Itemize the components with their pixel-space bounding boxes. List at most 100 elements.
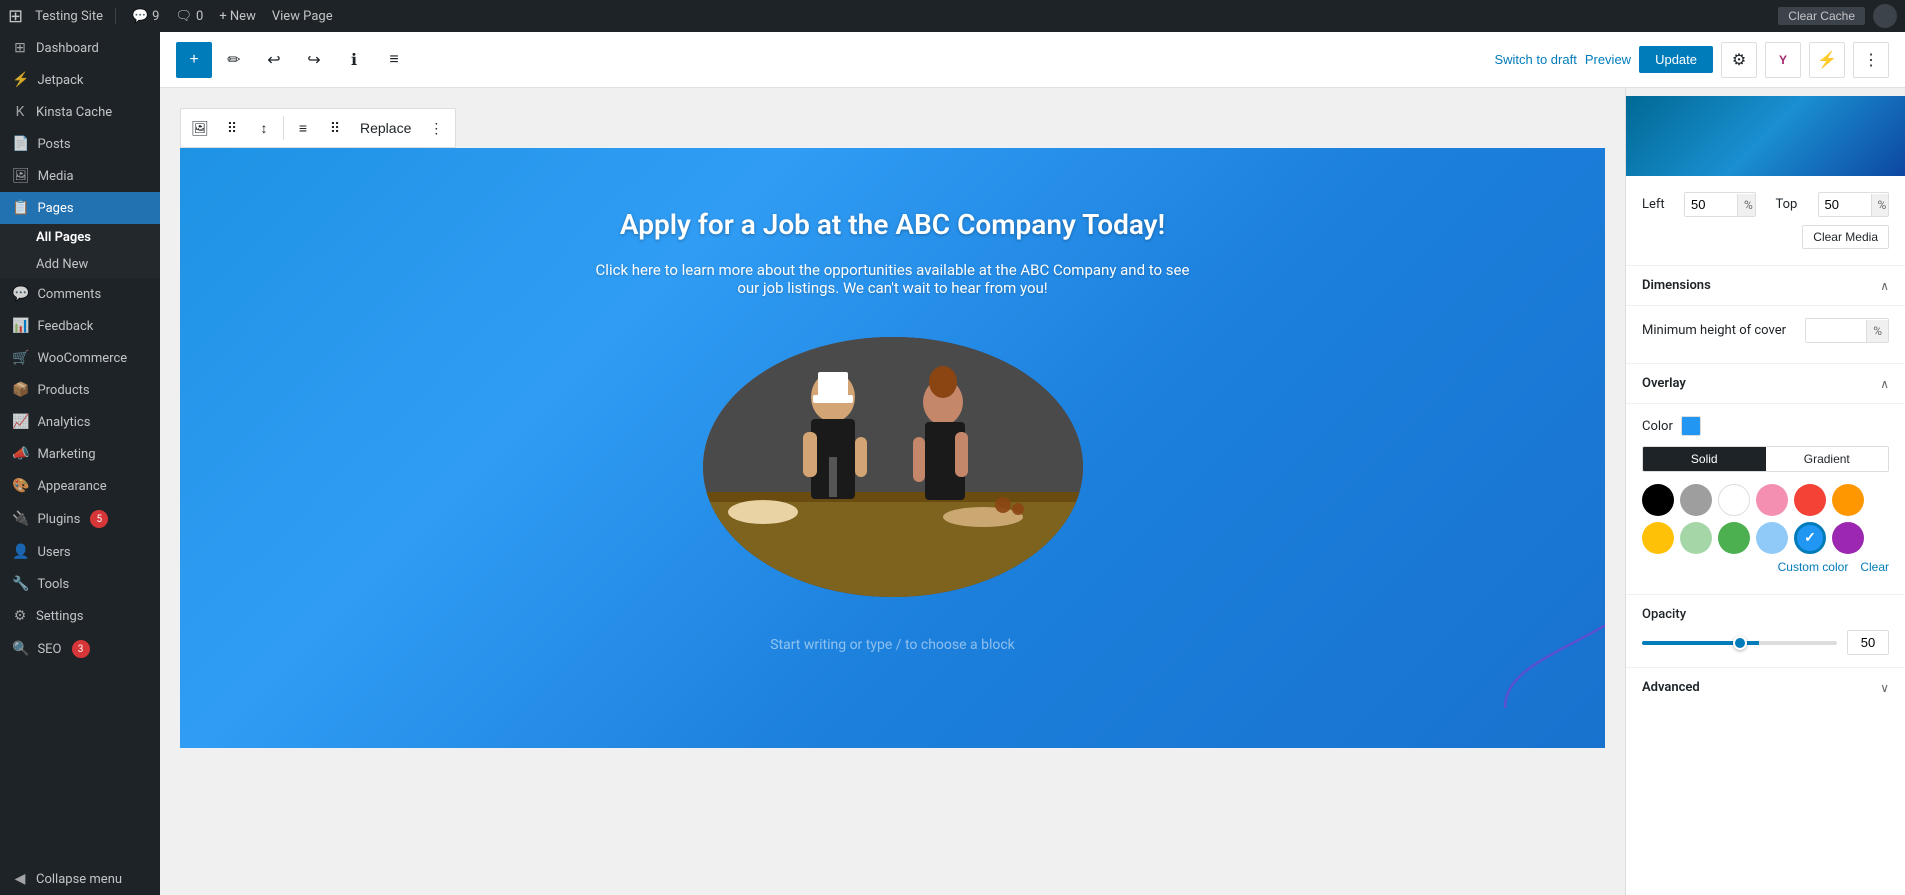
sidebar-label-comments: Comments: [37, 287, 101, 302]
list-view-button[interactable]: ≡: [376, 42, 412, 78]
sidebar-item-marketing[interactable]: 📣 Marketing: [0, 438, 160, 470]
sidebar-item-users[interactable]: 👤 Users: [0, 536, 160, 568]
cover-subtitle[interactable]: Click here to learn more about the oppor…: [593, 261, 1193, 297]
color-white[interactable]: [1718, 484, 1750, 516]
undo-button[interactable]: ↩: [256, 42, 292, 78]
sidebar-item-plugins[interactable]: 🔌 Plugins 5: [0, 502, 160, 536]
cover-block[interactable]: Apply for a Job at the ABC Company Today…: [180, 148, 1605, 748]
editor-area: + ✏ ↩ ↪ ℹ ≡ Switch to draft Preview Upda…: [160, 32, 1905, 895]
view-page-item[interactable]: View Page: [268, 9, 337, 24]
update-button[interactable]: Update: [1639, 46, 1713, 73]
move-up-down-button[interactable]: ↕: [249, 113, 279, 143]
dimensions-header[interactable]: Dimensions ∧: [1626, 266, 1905, 306]
color-orange[interactable]: [1832, 484, 1864, 516]
sidebar-item-tools[interactable]: 🔧 Tools: [0, 568, 160, 600]
left-label: Left: [1642, 197, 1672, 212]
add-new-label: Add New: [36, 257, 88, 272]
new-label: + New: [219, 9, 256, 24]
edit-button[interactable]: ✏: [216, 42, 252, 78]
block-more-button[interactable]: ⋮: [421, 113, 451, 143]
overlay-header[interactable]: Overlay ∧: [1626, 364, 1905, 404]
toolbar-separator: [283, 116, 284, 140]
left-input[interactable]: [1685, 193, 1737, 216]
color-lightblue[interactable]: [1756, 522, 1788, 554]
sidebar-item-woocommerce[interactable]: 🛒 WooCommerce: [0, 342, 160, 374]
pencil-icon: ✏: [227, 50, 240, 70]
top-input[interactable]: [1819, 193, 1871, 216]
add-icon: +: [189, 51, 198, 69]
more-options-button[interactable]: ⋮: [1853, 42, 1889, 78]
sidebar-item-jetpack[interactable]: ⚡ Jetpack: [0, 64, 160, 96]
advanced-header[interactable]: Advanced ∨: [1642, 680, 1889, 695]
clear-media-button[interactable]: Clear Media: [1802, 225, 1889, 249]
sidebar-item-products[interactable]: 📦 Products: [0, 374, 160, 406]
posts-icon: 📄: [12, 136, 29, 152]
sidebar-item-media[interactable]: 🖼 Media: [0, 160, 160, 192]
comment-bubble-item[interactable]: 🗨 0: [171, 9, 207, 24]
sidebar-item-settings[interactable]: ⚙ Settings: [0, 600, 160, 632]
new-item[interactable]: + New: [215, 9, 260, 24]
current-color-swatch[interactable]: [1681, 416, 1701, 436]
drag-handle[interactable]: ⠿: [217, 113, 247, 143]
sidebar-item-all-pages[interactable]: All Pages: [0, 224, 160, 251]
site-name-group[interactable]: Testing Site: [35, 9, 103, 24]
sidebar: ⊞ Dashboard ⚡ Jetpack K Kinsta Cache 📄 P…: [0, 32, 160, 895]
canvas-scroll[interactable]: 🖼 ⠿ ↕ ≡ ⠿: [160, 88, 1625, 895]
sidebar-item-kinsta[interactable]: K Kinsta Cache: [0, 96, 160, 128]
opacity-slider[interactable]: [1642, 641, 1837, 645]
redo-button[interactable]: ↪: [296, 42, 332, 78]
solid-tab[interactable]: Solid: [1643, 447, 1766, 471]
wp-logo[interactable]: ⊞: [8, 6, 23, 27]
clear-color-button[interactable]: Clear: [1860, 560, 1889, 574]
color-black[interactable]: [1642, 484, 1674, 516]
sidebar-item-comments[interactable]: 💬 Comments: [0, 278, 160, 310]
add-block-button[interactable]: +: [176, 42, 212, 78]
replace-button[interactable]: Replace: [352, 113, 419, 143]
gradient-tab[interactable]: Gradient: [1766, 447, 1889, 471]
color-yellow[interactable]: [1642, 522, 1674, 554]
align-button[interactable]: ≡: [288, 113, 318, 143]
collapse-menu-item[interactable]: ◀ Collapse menu: [0, 863, 160, 895]
pages-submenu: All Pages Add New: [0, 224, 160, 278]
color-purple[interactable]: [1832, 522, 1864, 554]
min-height-input[interactable]: [1806, 319, 1866, 342]
panel-scroll-indicator: [1626, 88, 1905, 96]
cover-placeholder[interactable]: Start writing or type / to choose a bloc…: [220, 637, 1565, 653]
settings-toggle-button[interactable]: ⚙: [1721, 42, 1757, 78]
performance-button[interactable]: ⚡: [1809, 42, 1845, 78]
color-pink[interactable]: [1756, 484, 1788, 516]
opacity-input[interactable]: [1848, 631, 1888, 654]
sidebar-item-analytics[interactable]: 📈 Analytics: [0, 406, 160, 438]
admin-avatar[interactable]: [1873, 4, 1897, 28]
jetpack-icon: ⚡: [12, 72, 29, 88]
clear-cache-button[interactable]: Clear Cache: [1778, 7, 1865, 25]
preview-button[interactable]: Preview: [1585, 52, 1631, 67]
sidebar-item-dashboard[interactable]: ⊞ Dashboard: [0, 32, 160, 64]
info-button[interactable]: ℹ: [336, 42, 372, 78]
sidebar-item-appearance[interactable]: 🎨 Appearance: [0, 470, 160, 502]
color-gray[interactable]: [1680, 484, 1712, 516]
cover-title[interactable]: Apply for a Job at the ABC Company Today…: [220, 208, 1565, 241]
color-red[interactable]: [1794, 484, 1826, 516]
block-type-button[interactable]: 🖼: [185, 113, 215, 143]
drag-icon: ⠿: [227, 120, 237, 137]
color-green[interactable]: [1718, 522, 1750, 554]
dimensions-chevron-icon: ∧: [1880, 279, 1889, 293]
sidebar-item-posts[interactable]: 📄 Posts: [0, 128, 160, 160]
sidebar-label-dashboard: Dashboard: [36, 41, 99, 56]
switch-draft-button[interactable]: Switch to draft: [1494, 52, 1576, 67]
layout-button[interactable]: ⠿: [320, 113, 350, 143]
sidebar-label-feedback: Feedback: [37, 319, 93, 334]
comment-count-item[interactable]: 💬 9: [128, 9, 164, 24]
color-blue[interactable]: ✓: [1794, 522, 1826, 554]
sidebar-item-add-new[interactable]: Add New: [0, 251, 160, 278]
users-icon: 👤: [12, 544, 29, 560]
color-lightgreen[interactable]: [1680, 522, 1712, 554]
sidebar-item-pages[interactable]: 📋 Pages: [0, 192, 160, 224]
custom-color-button[interactable]: Custom color: [1778, 560, 1849, 574]
woocommerce-icon: 🛒: [12, 350, 29, 366]
sidebar-item-seo[interactable]: 🔍 SEO 3: [0, 632, 160, 666]
sidebar-item-feedback[interactable]: 📊 Feedback: [0, 310, 160, 342]
yoast-button[interactable]: Y: [1765, 42, 1801, 78]
layout-icon: ⠿: [330, 120, 340, 137]
